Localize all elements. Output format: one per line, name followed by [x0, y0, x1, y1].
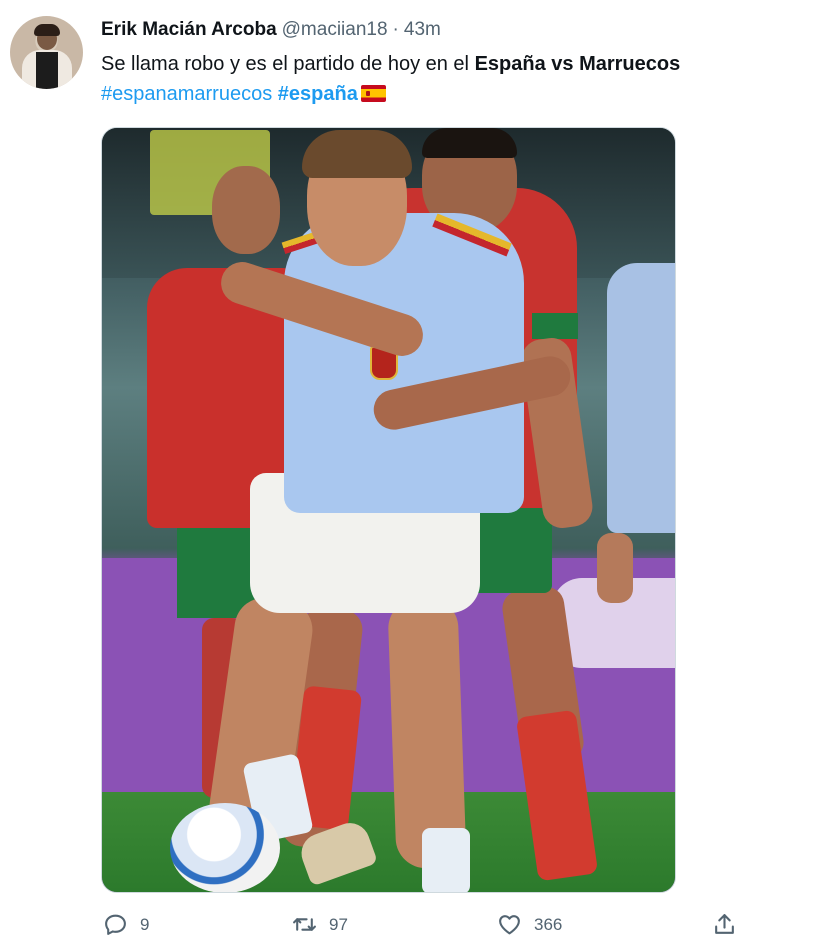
heart-icon: [499, 915, 520, 935]
avatar-shirt: [36, 52, 58, 89]
tweet-text-line-1: Se llama robo y es el partido de hoy en …: [101, 53, 680, 76]
share-icon: [715, 914, 734, 934]
retweet-button[interactable]: 97: [292, 912, 348, 937]
photo-edge-player: [607, 263, 675, 533]
display-name[interactable]: Erik Macián Arcoba: [101, 19, 277, 41]
photo-defender-sleeve: [532, 313, 578, 339]
reply-count: 9: [140, 914, 150, 934]
user-handle[interactable]: @maciian18: [282, 19, 388, 41]
tweet-photo[interactable]: [101, 127, 676, 893]
photo-player-hair: [302, 130, 412, 178]
spain-flag-icon: [360, 85, 386, 102]
avatar[interactable]: [10, 16, 83, 89]
retweet-icon: [293, 918, 316, 931]
tweet[interactable]: Erik Macián Arcoba @maciian18 · 43m Se l…: [0, 0, 817, 946]
photo-player-sock-right: [422, 828, 470, 892]
like-count: 366: [534, 914, 563, 934]
tweet-text-line-2: #espanamarruecos #españa: [101, 83, 386, 106]
tweet-text: Se llama robo y es el partido de hoy en …: [101, 53, 475, 75]
hashtag-espanamarruecos[interactable]: #espanamarruecos: [101, 83, 272, 105]
reply-button[interactable]: 9: [103, 912, 149, 937]
like-button[interactable]: 366: [497, 912, 562, 937]
photo-edge-player-arm: [597, 533, 633, 603]
photo-defender-hair: [422, 128, 517, 158]
photo-player-shirt: [284, 213, 524, 513]
tweet-actions: 9 97 366: [0, 906, 817, 946]
separator-dot: ·: [392, 19, 399, 40]
reply-icon: [105, 914, 126, 935]
photo-football: [170, 803, 280, 892]
photo-bg-player-head: [212, 166, 280, 254]
share-button[interactable]: [712, 912, 737, 937]
retweet-count: 97: [329, 914, 348, 934]
tweet-text-bold: España vs Marruecos: [474, 53, 681, 75]
hashtag-espana[interactable]: #españa: [278, 83, 358, 105]
avatar-hair: [34, 24, 60, 36]
tweet-header: Erik Macián Arcoba @maciian18 · 43m: [101, 19, 441, 43]
tweet-time[interactable]: 43m: [404, 19, 441, 41]
